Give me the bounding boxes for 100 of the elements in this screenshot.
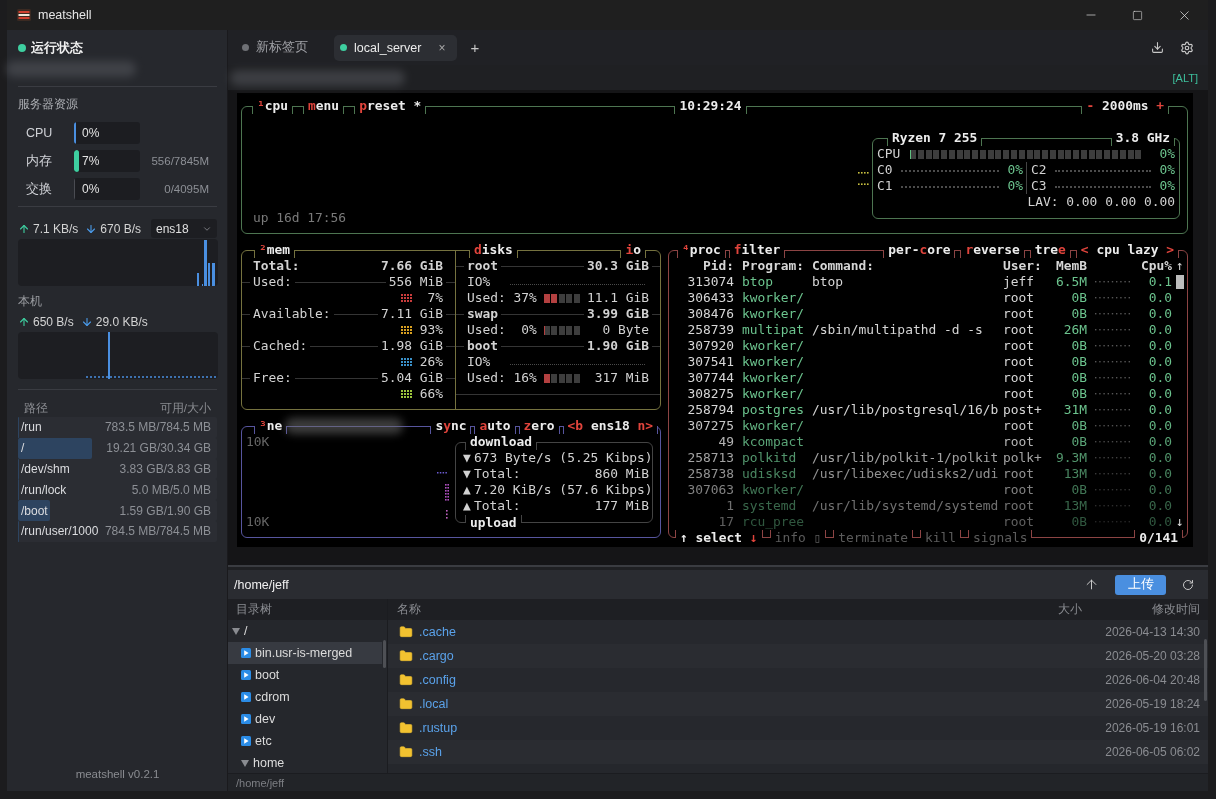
update-interval[interactable]: - 2000ms +	[1081, 98, 1169, 114]
core-label: C0	[877, 162, 893, 178]
core-label: C2	[1031, 162, 1047, 178]
scrollbar-thumb[interactable]	[1176, 275, 1184, 289]
program-cell-text: kworker/	[741, 354, 806, 370]
used-label: Used:	[467, 370, 506, 386]
tree-item[interactable]: dev	[228, 708, 382, 730]
folder-icon	[399, 673, 413, 687]
cpu-cell-text: 0.0	[1147, 338, 1172, 354]
arrow-down-icon	[80, 315, 93, 328]
menu-option[interactable]: < cpu lazy >	[1075, 242, 1179, 258]
mount-path: /boot	[21, 503, 48, 518]
section-title: 服务器资源	[18, 97, 79, 111]
file-name[interactable]: .ssh	[419, 745, 442, 759]
io-label: IO%	[467, 354, 491, 370]
memory-cell-text: 0B	[1070, 290, 1087, 306]
memory-cell-text: 0B	[1070, 418, 1087, 434]
usage-detail: 556/7845M	[151, 155, 210, 167]
user-cell-text: polk+	[1003, 450, 1043, 466]
file-name[interactable]: .local	[419, 697, 449, 711]
memory-cell-text: 6.5M	[1054, 274, 1087, 290]
process-count: 0/141	[1134, 530, 1183, 546]
direction-arrow: ▲	[463, 482, 472, 498]
pid-cell-text: 49	[717, 434, 734, 450]
program-cell-text: btop	[741, 274, 775, 290]
modified-date: 2026-05-19 16:01	[1104, 721, 1200, 735]
traffic-label: Total:	[474, 466, 521, 482]
tree-item[interactable]: etc	[228, 730, 382, 752]
modified-date: 2026-06-04 20:48	[1104, 673, 1200, 687]
file-name[interactable]: .rustup	[419, 721, 458, 735]
new-tab-button[interactable]: +	[467, 39, 483, 56]
section-title: upload	[465, 515, 522, 531]
menu-option[interactable]: tree	[1029, 242, 1071, 258]
maximize-icon	[1132, 9, 1143, 21]
used-percent: 16%	[512, 370, 537, 386]
scroll-down-arrow[interactable]: ↓	[1172, 514, 1185, 530]
cpu-cell-text: 0.0	[1147, 402, 1172, 418]
load-average: LAV: 0.00 0.00 0.00	[1027, 194, 1175, 209]
version-label: meatshell v0.2.1	[74, 768, 161, 780]
pid-cell-text: 313074	[686, 274, 734, 290]
program-cell-text: udisksd	[741, 466, 798, 482]
close-tab-button[interactable]: ×	[436, 40, 448, 55]
tree-item[interactable]: boot	[228, 664, 382, 686]
memory-percent: 93%	[418, 322, 443, 338]
pid-cell-text: 258713	[686, 450, 734, 466]
core-percent: 0%	[1159, 178, 1175, 194]
cpu-percent: 0%	[1158, 146, 1175, 162]
menu-option[interactable]: filter	[728, 242, 786, 258]
tree-item[interactable]: cdrom	[228, 686, 382, 708]
tab[interactable]: local_server ×	[334, 34, 458, 61]
user-cell-text: root	[1003, 354, 1036, 370]
cpu-cell-text: 0.0	[1147, 370, 1172, 386]
scrollbar-thumb[interactable]	[383, 640, 386, 668]
upload-speed: 650 B/s	[33, 314, 74, 329]
folder-icon	[399, 721, 413, 735]
command-cell-text: btop	[812, 274, 845, 290]
program-cell-text: polkitd	[741, 450, 798, 466]
arrow-up-icon	[18, 222, 30, 235]
memory-cell-text: 13M	[1062, 498, 1087, 514]
download-icon	[1150, 41, 1164, 54]
arrow-up-icon	[18, 315, 30, 328]
file-name[interactable]: .cargo	[419, 649, 454, 663]
scrollbar-thumb[interactable]	[1204, 639, 1207, 701]
scale-label: 10K	[246, 434, 270, 450]
upload-speed: 7.1 KB/s	[33, 221, 79, 236]
cpu-label: CPU	[877, 146, 901, 162]
menu-option[interactable]: io	[620, 242, 646, 258]
mount-usage: 1.59 GB/1.90 GB	[119, 503, 211, 518]
column-header: 可用/大小	[159, 400, 211, 416]
panel-title: disks	[469, 242, 518, 258]
used-value: 317 MiB	[594, 370, 649, 386]
interface-select[interactable]: ens18	[151, 219, 217, 238]
memory-percent: 66%	[418, 386, 443, 402]
window-title: meatshell	[38, 8, 92, 22]
cpu-cell-text: 0.0	[1147, 306, 1172, 322]
menu-option[interactable]: <b ens18 n>	[562, 418, 658, 434]
menu-option[interactable]: auto	[474, 418, 516, 434]
alt-hint: [ALT]	[1172, 71, 1198, 84]
status-path: /home/jeff	[236, 776, 285, 789]
tree-item[interactable]: /	[228, 620, 382, 642]
used-percent: 0%	[520, 322, 537, 338]
pid-cell-text: 307063	[686, 482, 734, 498]
io-label: IO%	[467, 274, 491, 290]
menu-option[interactable]: preset *	[354, 98, 427, 114]
file-name[interactable]: .cache	[419, 625, 456, 639]
tree-item[interactable]: bin.usr-is-merged	[228, 642, 382, 664]
user-cell-text: jeff	[1003, 274, 1036, 290]
user-cell-text: post+	[1003, 402, 1043, 418]
core-percent: 0%	[1007, 178, 1023, 194]
tab[interactable]: 新标签页	[236, 34, 318, 61]
column-header: Pid:	[701, 258, 734, 274]
mount-path: /run/lock	[21, 482, 67, 497]
file-name[interactable]: .config	[419, 673, 456, 687]
tree-item[interactable]: home	[228, 752, 382, 773]
direction-arrow: ▼	[463, 466, 472, 482]
used-value: 11.1 GiB	[586, 290, 649, 306]
traffic-label: Total:	[474, 498, 521, 514]
mount-usage: 19.21 GB/30.34 GB	[106, 441, 211, 456]
mount-usage: 784.5 MB/784.5 MB	[104, 524, 211, 539]
scroll-up-arrow[interactable]: ↑	[1172, 258, 1185, 274]
